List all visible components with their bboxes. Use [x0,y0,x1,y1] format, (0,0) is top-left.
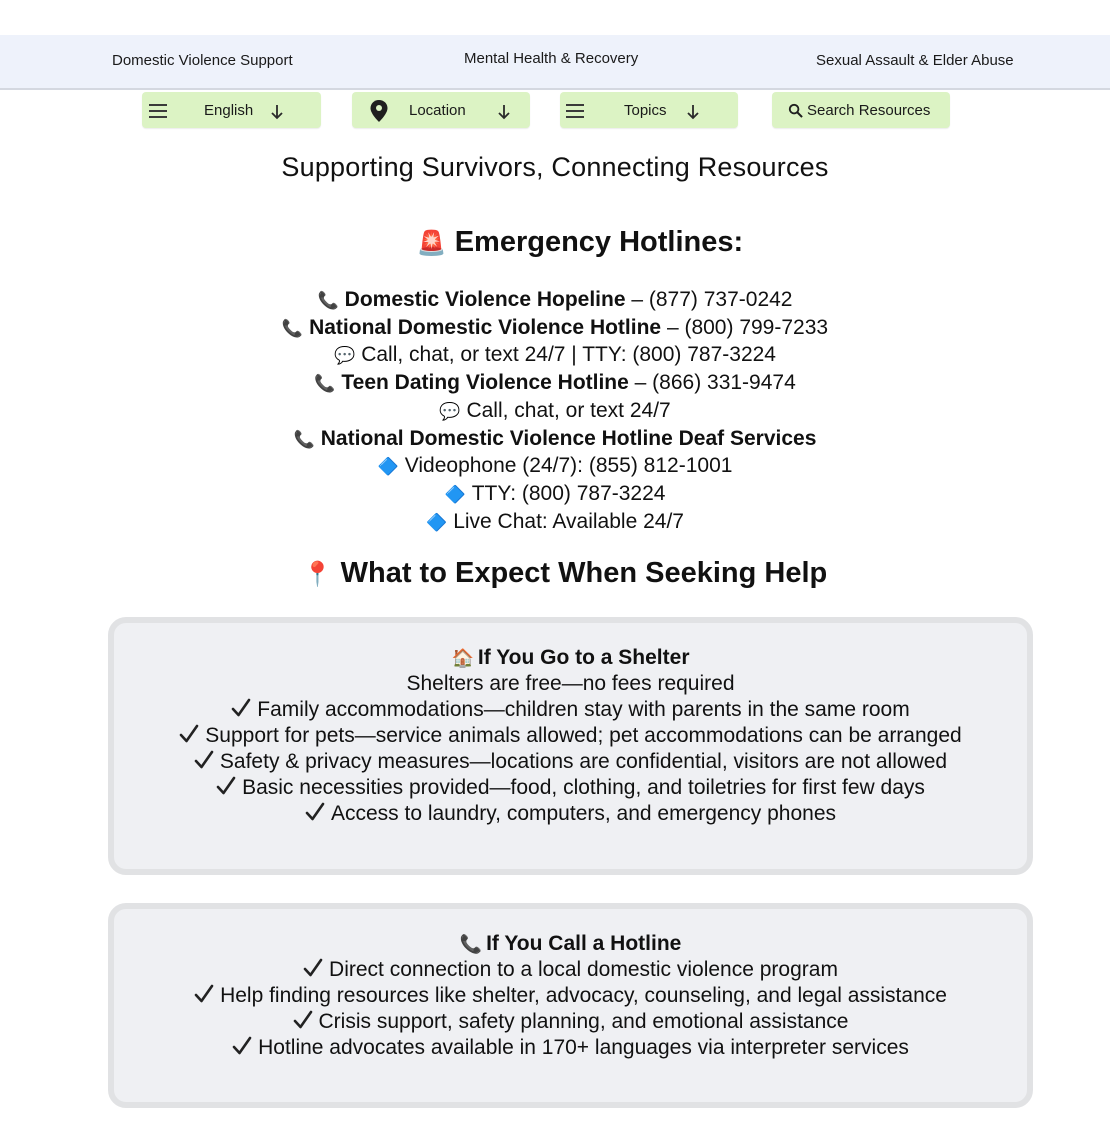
hotline-line: 🔷 Videophone (24/7): (855) 812-1001 [0,453,1110,481]
map-pin-icon [370,100,388,122]
checkmark-icon [216,776,236,795]
phone-icon: 📞 [317,291,339,310]
list-item-text: Safety & privacy measures—locations are … [219,750,948,773]
nav-link-mental-health[interactable]: Mental Health & Recovery [464,50,638,67]
hotline-number[interactable]: – (800) 799-7233 [661,316,828,339]
blue-diamond-icon: 🔷 [377,457,399,477]
hotline-line: 📞 Teen Dating Violence Hotline – (866) 33… [0,370,1110,398]
hotline-line: 📞 National Domestic Violence Hotline Deaf… [0,426,1110,454]
list-item-text: Family accommodations—children stay with… [257,698,910,721]
speech-bubble-icon: 💬 [334,346,356,366]
hotline-line: 📞 Domestic Violence Hopeline – (877) 737-… [0,287,1110,315]
hotline-info-card: 📞 If You Call a Hotline Direct connection… [108,903,1033,1108]
arrow-down-icon [271,105,283,120]
phone-icon: 📞 [314,374,336,394]
emergency-hotlines-heading: 🚨 Emergency Hotlines: [25,226,1110,259]
nav-link-domestic-violence[interactable]: Domestic Violence Support [112,52,293,69]
checkmark-icon [305,802,325,821]
checkmark-icon [293,1010,312,1029]
list-item: Hotline advocates available in 170+ lang… [114,1035,1027,1061]
search-icon [788,103,803,118]
phone-icon: 📞 [459,934,483,954]
search-resources-button[interactable]: Search Resources [772,92,950,128]
checkmark-icon [194,750,214,769]
card-title-text: If You Go to a Shelter [477,646,690,669]
menu-icon [149,104,167,118]
hotline-number[interactable]: – (866) 331-9474 [629,371,796,394]
siren-icon: 🚨 [416,230,447,257]
checkmark-icon [232,1036,252,1055]
topics-dropdown[interactable]: Topics [560,92,738,128]
topics-label: Topics [624,102,667,119]
top-navigation: Domestic Violence Support Mental Health … [0,35,1110,90]
location-dropdown[interactable]: Location [352,92,530,128]
language-label: English [204,102,254,119]
emergency-heading-text: Emergency Hotlines: [454,226,744,258]
language-dropdown[interactable]: English [142,92,321,128]
checkmark-icon [303,958,323,977]
hotline-name: Domestic Violence Hopeline [344,288,626,311]
expect-heading-text: What to Expect When Seeking Help [340,557,828,589]
hotline-detail: Call, chat, or text 24/7 [466,398,671,422]
checkmark-icon [179,724,199,743]
list-item: Family accommodations—children stay with… [114,697,1027,723]
hotline-name: National Domestic Violence Hotline [309,315,662,339]
hotline-line: 🔷 TTY: (800) 787-3224 [0,481,1110,509]
page-tagline: Supporting Survivors, Connecting Resourc… [281,152,829,182]
list-item: Access to laundry, computers, and emerge… [114,801,1027,827]
blue-diamond-icon: 🔷 [426,512,448,532]
list-item-text: Help finding resources like shelter, adv… [220,984,947,1007]
phone-icon: 📞 [281,318,304,338]
hotline-line: 🔷 Live Chat: Available 24/7 [0,509,1110,537]
house-icon: 🏠 [451,648,474,668]
list-item-text: Access to laundry, computers, and emerge… [330,802,837,825]
checkmark-icon [231,698,251,717]
list-item-text: Basic necessities provided—food, clothin… [242,776,925,799]
shelter-info-card: 🏠 If You Go to a Shelter Shelters are fre… [108,617,1033,875]
card-title: 🏠 If You Go to a Shelter [114,645,1027,671]
hotline-line: 💬 Call, chat, or text 24/7 | TTY: (800) 7… [0,342,1110,370]
pushpin-icon: 📍 [302,561,333,588]
blue-diamond-icon: 🔷 [444,484,466,504]
list-item: Direct connection to a local domestic vi… [114,957,1027,983]
hotline-list: 📞 Domestic Violence Hopeline – (877) 737-… [0,287,1110,536]
card-title-text: If You Call a Hotline [486,932,682,955]
list-item-text: Crisis support, safety planning, and emo… [318,1010,849,1033]
checkmark-icon [194,984,214,1003]
arrow-down-icon [687,105,699,120]
menu-icon [566,104,584,118]
hotline-detail[interactable]: TTY: (800) 787-3224 [472,482,666,505]
hotline-detail: Call, chat, or text 24/7 | TTY: (800) 78… [361,343,776,367]
hotline-detail[interactable]: Videophone (24/7): (855) 812-1001 [405,454,733,477]
list-item: Safety & privacy measures—locations are … [114,749,1027,775]
what-to-expect-heading: 📍 What to Expect When Seeking Help [10,557,1110,590]
list-item: Crisis support, safety planning, and emo… [114,1009,1027,1035]
nav-link-sexual-assault[interactable]: Sexual Assault & Elder Abuse [816,52,1014,69]
hotline-line: 📞 National Domestic Violence Hotline – (8… [0,315,1110,343]
search-resources-label: Search Resources [807,102,931,119]
phone-icon: 📞 [293,429,315,449]
card-title: 📞 If You Call a Hotline [114,931,1027,957]
location-label: Location [409,102,466,119]
hotline-number[interactable]: – (877) 737-0242 [626,288,792,311]
arrow-down-icon [498,105,510,120]
filter-toolbar: English Location Topics Search Resources [0,92,1110,130]
hotline-line: 💬 Call, chat, or text 24/7 [0,398,1110,426]
list-item-text: Direct connection to a local domestic vi… [329,958,838,981]
hotline-detail[interactable]: Live Chat: Available 24/7 [453,510,684,533]
list-item-text: Support for pets—service animals allowed… [205,724,962,747]
list-item: Basic necessities provided—food, clothin… [114,775,1027,801]
list-item: Support for pets—service animals allowed… [114,723,1027,749]
hotline-name: Teen Dating Violence Hotline [341,371,629,395]
list-item-text: Hotline advocates available in 170+ lang… [258,1036,909,1059]
list-item: Help finding resources like shelter, adv… [114,983,1027,1009]
speech-bubble-icon: 💬 [439,401,461,421]
card-intro: Shelters are free—no fees required [406,672,735,695]
hotline-name: National Domestic Violence Hotline Deaf … [320,426,817,450]
